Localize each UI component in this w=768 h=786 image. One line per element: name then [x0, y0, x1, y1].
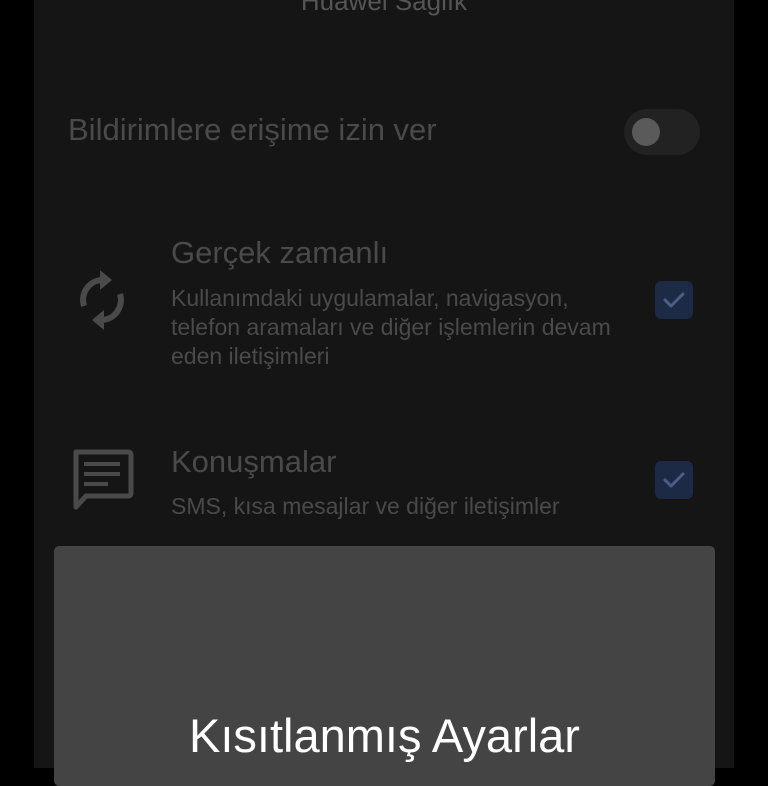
permission-title-conversations: Konuşmalar	[171, 444, 337, 479]
checkbox-conversations[interactable]	[655, 461, 693, 499]
permission-title-realtime: Gerçek zamanlı	[171, 235, 389, 270]
dialog-title: Kısıtlanmış Ayarlar	[189, 709, 580, 762]
notification-access-label: Bildirimlere erişime izin ver	[68, 112, 437, 147]
check-icon	[663, 292, 685, 308]
app-title: Huawei Sağlık	[300, 0, 468, 16]
permission-desc-realtime: Kullanımdaki uygulamalar, navigasyon, te…	[171, 285, 611, 369]
toggle-knob	[632, 118, 660, 146]
checkbox-realtime[interactable]	[655, 281, 693, 319]
message-icon	[70, 448, 134, 512]
check-icon	[663, 472, 685, 488]
notification-access-toggle[interactable]	[624, 109, 700, 155]
sync-icon	[70, 268, 134, 332]
permission-desc-conversations: SMS, kısa mesajlar ve diğer iletişimler	[171, 493, 560, 519]
restricted-settings-dialog: Kısıtlanmış Ayarlar	[54, 546, 715, 786]
